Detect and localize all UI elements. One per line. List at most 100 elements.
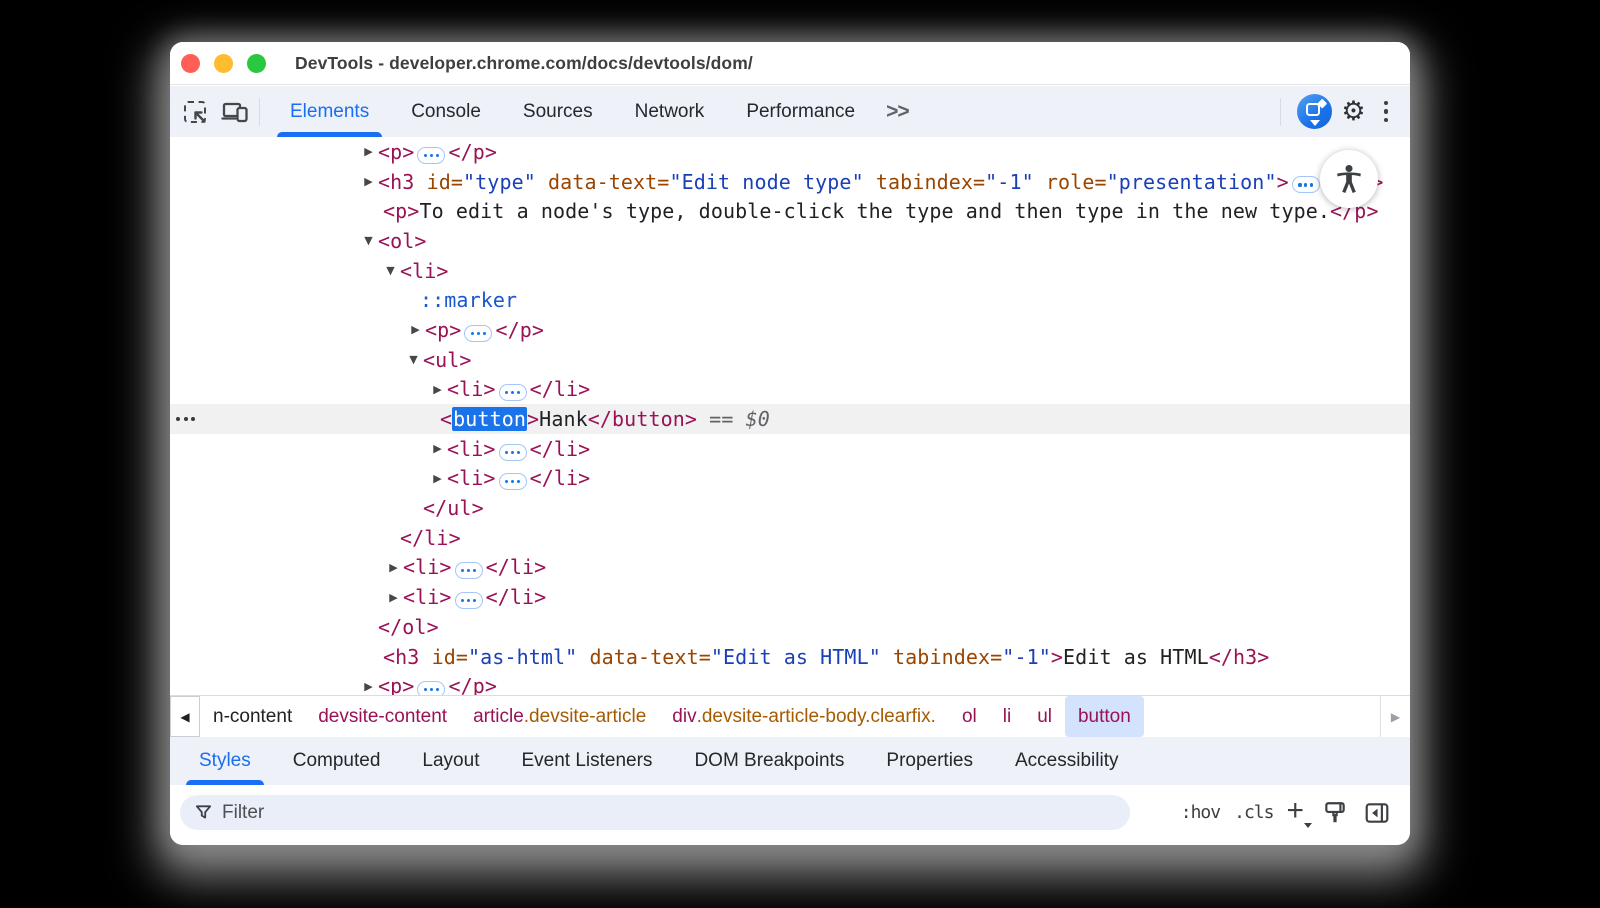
dom-node-row[interactable]: ::marker	[170, 285, 1410, 315]
breadcrumb-item[interactable]: article.devsite-article	[460, 696, 659, 737]
dom-node-source: <ul>	[423, 348, 472, 372]
devtools-window: DevTools - developer.chrome.com/docs/dev…	[170, 42, 1410, 845]
dom-node-row[interactable]: ▶<p></p>	[170, 315, 1410, 345]
minimize-button[interactable]	[214, 54, 233, 73]
collapse-arrow-icon[interactable]: ▼	[406, 353, 421, 366]
styles-filter-bar: :hov .cls +	[170, 785, 1410, 840]
dom-node-row[interactable]: ▶<h3 id="type" data-text="Edit node type…	[170, 167, 1410, 197]
tab-properties[interactable]: Properties	[865, 737, 994, 785]
filter-funnel-icon	[194, 803, 213, 822]
ai-assistance-icon[interactable]	[1297, 94, 1332, 129]
breadcrumb-bar: ◀ n-contentdevsite-contentarticle.devsit…	[170, 695, 1410, 737]
toolbar-right-divider	[1280, 98, 1281, 126]
dom-node-source: <button>Hank</button> == $0	[440, 407, 770, 431]
tab-elements[interactable]: Elements	[269, 86, 390, 137]
panel-tabs: ElementsConsoleSourcesNetworkPerformance	[269, 86, 876, 137]
tab-dom-breakpoints[interactable]: DOM Breakpoints	[673, 737, 865, 785]
hover-state-toggle[interactable]: :hov	[1178, 800, 1223, 825]
dom-node-row[interactable]: ▶<li></li>	[170, 553, 1410, 583]
ellipsis-expander-icon[interactable]	[499, 473, 527, 490]
dom-node-source: <li></li>	[447, 377, 590, 401]
maximize-button[interactable]	[247, 54, 266, 73]
node-options-icon[interactable]	[176, 417, 195, 421]
expand-arrow-icon[interactable]: ▶	[430, 472, 445, 485]
dom-node-row-selected[interactable]: <button>Hank</button> == $0	[170, 404, 1410, 434]
dom-node-source: <h3 id="type" data-text="Edit node type"…	[378, 170, 1383, 194]
dom-node-source: <p></p>	[425, 318, 544, 342]
expand-arrow-icon[interactable]: ▶	[361, 175, 376, 188]
ellipsis-expander-icon[interactable]	[417, 681, 445, 695]
tab-computed[interactable]: Computed	[272, 737, 402, 785]
traffic-lights	[181, 54, 266, 73]
dom-node-row[interactable]: ▶<li></li>	[170, 464, 1410, 494]
tab-styles[interactable]: Styles	[178, 737, 272, 785]
dom-node-row[interactable]: ▼<ul>	[170, 345, 1410, 375]
dom-node-row[interactable]: </ul>	[170, 493, 1410, 523]
dom-node-row[interactable]: ▶<p></p>	[170, 137, 1410, 167]
ellipsis-expander-icon[interactable]	[499, 444, 527, 461]
kebab-menu-icon[interactable]	[1376, 97, 1397, 127]
expand-arrow-icon[interactable]: ▶	[386, 591, 401, 604]
dom-node-source: <li></li>	[447, 466, 590, 490]
close-button[interactable]	[181, 54, 200, 73]
tab-event-listeners[interactable]: Event Listeners	[500, 737, 673, 785]
dom-node-row[interactable]: ▼<li>	[170, 256, 1410, 286]
dom-node-row[interactable]: </ol>	[170, 612, 1410, 642]
dom-node-row[interactable]: <p>To edit a node's type, double-click t…	[170, 196, 1410, 226]
filter-input[interactable]	[222, 802, 1082, 824]
tab-performance[interactable]: Performance	[725, 86, 876, 137]
dom-node-row[interactable]: <h3 id="as-html" data-text="Edit as HTML…	[170, 642, 1410, 672]
ellipsis-expander-icon[interactable]	[417, 147, 445, 164]
ellipsis-expander-icon[interactable]	[499, 384, 527, 401]
dom-node-source: </ol>	[378, 615, 439, 639]
new-style-rule-button[interactable]: +	[1284, 796, 1310, 830]
dom-node-source: <li></li>	[447, 437, 590, 461]
ellipsis-expander-icon[interactable]	[455, 592, 483, 609]
expand-arrow-icon[interactable]: ▶	[430, 442, 445, 455]
ellipsis-expander-icon[interactable]	[464, 325, 492, 342]
title-bar: DevTools - developer.chrome.com/docs/dev…	[170, 42, 1410, 85]
toggle-sidebar-icon[interactable]	[1360, 798, 1394, 828]
breadcrumb-item[interactable]: li	[990, 696, 1024, 737]
device-toolbar-icon[interactable]	[220, 97, 250, 127]
rendering-brush-icon[interactable]	[1318, 798, 1352, 828]
dom-node-row[interactable]: </li>	[170, 523, 1410, 553]
tab-sources[interactable]: Sources	[502, 86, 614, 137]
expand-arrow-icon[interactable]: ▶	[430, 383, 445, 396]
filter-field[interactable]	[180, 795, 1130, 830]
expand-arrow-icon[interactable]: ▶	[361, 680, 376, 693]
dom-node-row[interactable]: ▶<li></li>	[170, 434, 1410, 464]
expand-arrow-icon[interactable]: ▶	[408, 323, 423, 336]
breadcrumb-item[interactable]: ol	[949, 696, 990, 737]
expand-arrow-icon[interactable]: ▶	[361, 145, 376, 158]
dom-node-row[interactable]: ▶<li></li>	[170, 582, 1410, 612]
breadcrumb-item[interactable]: devsite-content	[305, 696, 460, 737]
expand-arrow-icon[interactable]: ▶	[386, 561, 401, 574]
dom-node-row[interactable]: ▶<p></p>	[170, 671, 1410, 695]
accessibility-person-icon	[1320, 150, 1378, 208]
dom-node-source: <p>To edit a node's type, double-click t…	[383, 199, 1379, 223]
tab-network[interactable]: Network	[614, 86, 726, 137]
ellipsis-expander-icon[interactable]	[455, 562, 483, 579]
dom-node-row[interactable]: ▶<li></li>	[170, 375, 1410, 405]
breadcrumb-item[interactable]: div.devsite-article-body.clearfix.	[659, 696, 949, 737]
toolbar-divider	[259, 98, 260, 126]
tab-accessibility[interactable]: Accessibility	[994, 737, 1139, 785]
breadcrumb-item[interactable]: button	[1065, 696, 1144, 737]
breadcrumb-item[interactable]: ul	[1024, 696, 1065, 737]
ellipsis-expander-icon[interactable]	[1292, 176, 1320, 193]
element-classes-toggle[interactable]: .cls	[1231, 800, 1276, 825]
breadcrumb-item[interactable]: n-content	[200, 696, 305, 737]
dom-node-row[interactable]: ▼<ol>	[170, 226, 1410, 256]
dom-node-source: <li></li>	[403, 555, 546, 579]
dom-node-source: ::marker	[420, 288, 517, 312]
tab-layout[interactable]: Layout	[401, 737, 500, 785]
more-tabs-button[interactable]: >>	[876, 100, 919, 124]
collapse-arrow-icon[interactable]: ▼	[383, 264, 398, 277]
inspect-element-icon[interactable]	[180, 97, 210, 127]
tab-console[interactable]: Console	[390, 86, 502, 137]
settings-gear-icon[interactable]: ⚙	[1339, 97, 1369, 127]
breadcrumb-scroll-left-icon[interactable]: ◀	[170, 696, 200, 737]
breadcrumb-scroll-right-icon[interactable]: ▶	[1380, 696, 1410, 737]
collapse-arrow-icon[interactable]: ▼	[361, 234, 376, 247]
